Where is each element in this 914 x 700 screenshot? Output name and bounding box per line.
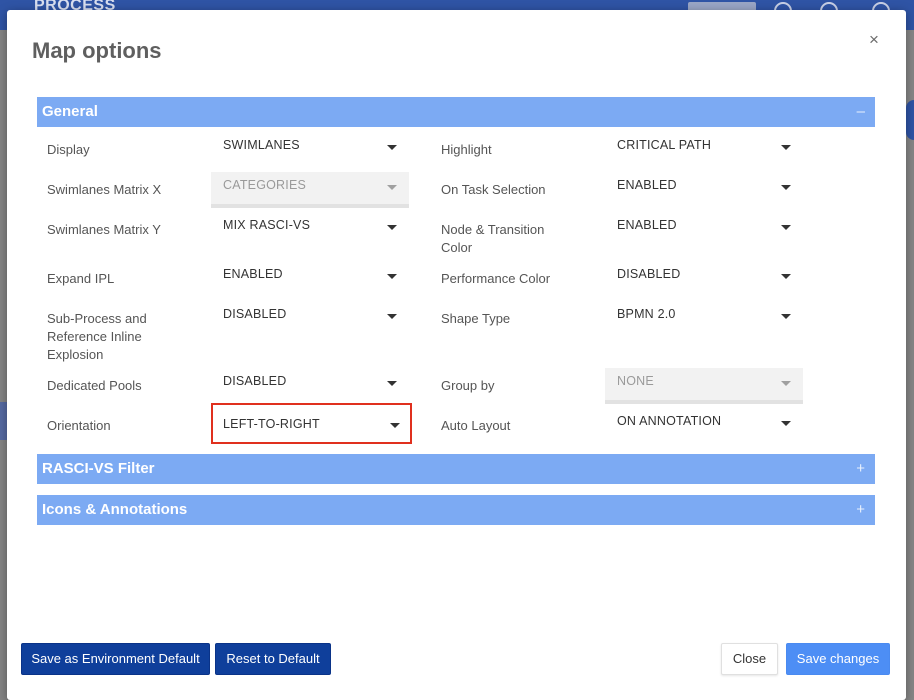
select-orientation-value: LEFT-TO-RIGHT (223, 417, 320, 431)
select-display[interactable]: SWIMLANES (211, 132, 409, 164)
select-group-by: NONE (605, 368, 803, 404)
caret-down-icon (387, 145, 397, 150)
option-label-expand-ipl: Expand IPL (47, 271, 115, 286)
select-dedicated-pools-value: DISABLED (223, 374, 287, 388)
select-auto-layout-value: ON ANNOTATION (617, 414, 722, 428)
section-icons-title: Icons & Annotations (42, 501, 188, 518)
select-performance-color[interactable]: DISABLED (605, 261, 803, 293)
app-left-selected-item (0, 402, 7, 440)
option-label-on-task-selection: On Task Selection (441, 182, 546, 197)
select-swimlanes-matrix-y[interactable]: MIX RASCI-VS (211, 212, 409, 244)
select-group-by-value: NONE (617, 374, 654, 388)
save-changes-button[interactable]: Save changes (786, 643, 890, 675)
caret-down-icon (390, 423, 400, 428)
select-expand-ipl[interactable]: ENABLED (211, 261, 409, 293)
select-highlight-value: CRITICAL PATH (617, 138, 712, 152)
save-environment-default-button[interactable]: Save as Environment Default (21, 643, 210, 675)
select-shape-type[interactable]: BPMN 2.0 (605, 301, 803, 333)
option-label-line: Explosion (47, 347, 104, 362)
expand-icon[interactable]: + (856, 501, 865, 518)
select-on-task-selection-value: ENABLED (617, 178, 677, 192)
option-label-group-by: Group by (441, 378, 495, 393)
option-label-shape-type: Shape Type (441, 311, 511, 326)
caret-down-icon (387, 314, 397, 319)
option-label-auto-layout: Auto Layout (441, 418, 511, 433)
close-button[interactable]: Close (721, 643, 778, 675)
section-general-header[interactable]: General – (37, 97, 875, 127)
dialog-title: Map options (32, 38, 162, 63)
close-icon[interactable]: × (865, 30, 883, 50)
option-label-swimlanes-matrix-x: Swimlanes Matrix X (47, 182, 162, 197)
option-label-line: Node & Transition (441, 222, 545, 237)
caret-down-icon (781, 225, 791, 230)
section-icons-header[interactable]: Icons & Annotations + (37, 495, 875, 525)
caret-down-icon (387, 225, 397, 230)
option-label-line: Color (441, 240, 473, 255)
option-label-display: Display (47, 142, 90, 157)
expand-icon[interactable]: + (856, 460, 865, 477)
select-performance-color-value: DISABLED (617, 267, 681, 281)
caret-down-icon (387, 381, 397, 386)
select-node-transition-color-value: ENABLED (617, 218, 677, 232)
select-sub-process-explosion[interactable]: DISABLED (211, 301, 409, 333)
caret-down-icon (781, 381, 791, 386)
select-display-value: SWIMLANES (223, 138, 300, 152)
caret-down-icon (781, 314, 791, 319)
option-label-dedicated-pools: Dedicated Pools (47, 378, 142, 393)
select-sub-process-explosion-value: DISABLED (223, 307, 287, 321)
collapse-icon[interactable]: – (857, 103, 865, 120)
caret-down-icon (781, 274, 791, 279)
select-shape-type-value: BPMN 2.0 (617, 307, 676, 321)
select-highlight[interactable]: CRITICAL PATH (605, 132, 803, 164)
section-rasci-title: RASCI-VS Filter (42, 460, 155, 477)
option-label-highlight: Highlight (441, 142, 492, 157)
section-general-title: General (42, 103, 98, 120)
caret-down-icon (387, 185, 397, 190)
option-label-line: Sub-Process and (47, 311, 147, 326)
select-node-transition-color[interactable]: ENABLED (605, 212, 803, 244)
app-left-panel (0, 30, 7, 700)
option-label-node-transition-color: Node & Transition Color (441, 221, 544, 257)
option-label-line: Reference Inline (47, 329, 142, 344)
select-swimlanes-matrix-x: CATEGORIES (211, 172, 409, 208)
select-swimlanes-matrix-y-value: MIX RASCI-VS (223, 218, 311, 232)
select-on-task-selection[interactable]: ENABLED (605, 172, 803, 204)
option-label-swimlanes-matrix-y: Swimlanes Matrix Y (47, 222, 161, 237)
select-dedicated-pools[interactable]: DISABLED (211, 368, 409, 400)
select-auto-layout[interactable]: ON ANNOTATION (605, 408, 803, 440)
caret-down-icon (781, 421, 791, 426)
option-label-performance-color: Performance Color (441, 271, 551, 286)
reset-default-button[interactable]: Reset to Default (215, 643, 331, 675)
select-orientation[interactable]: LEFT-TO-RIGHT (211, 403, 412, 444)
section-rasci-header[interactable]: RASCI-VS Filter + (37, 454, 875, 484)
select-swimlanes-matrix-x-value: CATEGORIES (223, 178, 307, 192)
option-label-sub-process-explosion: Sub-Process and Reference Inline Explosi… (47, 310, 147, 364)
caret-down-icon (781, 185, 791, 190)
app-right-toggle (906, 100, 914, 140)
option-label-orientation: Orientation (47, 418, 111, 433)
caret-down-icon (387, 274, 397, 279)
caret-down-icon (781, 145, 791, 150)
select-expand-ipl-value: ENABLED (223, 267, 283, 281)
map-options-dialog: Map options × General – Display SWIMLANE… (7, 10, 906, 700)
